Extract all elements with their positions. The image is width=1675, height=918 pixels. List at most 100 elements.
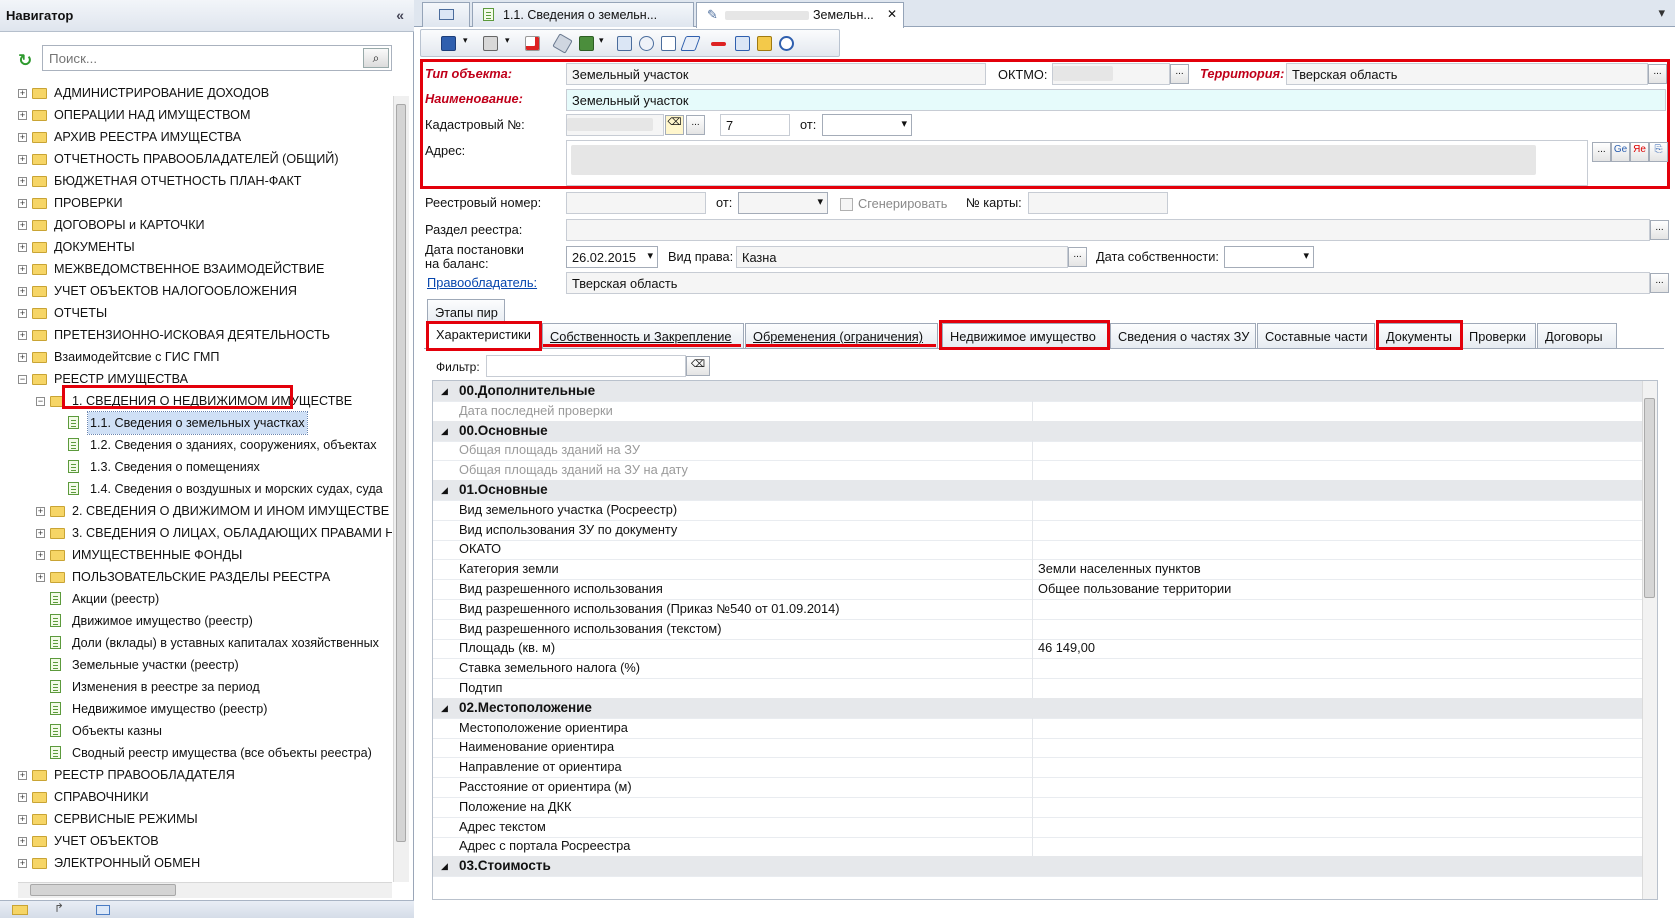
find-icon[interactable]: [779, 36, 794, 51]
tree-item[interactable]: Сводный реестр имущества (все объекты ре…: [0, 742, 392, 764]
tab-inspections[interactable]: Проверки: [1461, 323, 1536, 348]
grid-row[interactable]: Вид разрешенного использования Общее поль…: [433, 579, 1643, 600]
expand-icon[interactable]: +: [36, 507, 45, 516]
grid-row[interactable]: Дата последней проверки: [433, 400, 1643, 422]
collapse-icon[interactable]: −: [36, 397, 45, 406]
copy-address-icon[interactable]: ⎘: [1649, 142, 1668, 162]
tab-documents[interactable]: Документы: [1378, 323, 1461, 348]
grid-row[interactable]: Вид разрешенного использования (текстом): [433, 618, 1643, 640]
grid-row[interactable]: Категория земли Земли населенных пунктов: [433, 559, 1643, 581]
expand-icon[interactable]: +: [18, 221, 27, 230]
tree-item[interactable]: + УЧЕТ ОБЪЕКТОВ НАЛОГООБЛОЖЕНИЯ: [0, 280, 392, 302]
tree-item[interactable]: + ОТЧЕТЫ: [0, 302, 392, 324]
registry-section-field[interactable]: [566, 219, 1650, 241]
grid-cell-value[interactable]: [1034, 797, 1643, 818]
folder-icon[interactable]: [12, 905, 28, 915]
save-icon[interactable]: [441, 36, 456, 51]
grid-cell-value[interactable]: [1034, 817, 1643, 838]
expand-icon[interactable]: +: [18, 353, 27, 362]
window-menu-icon[interactable]: ▾: [1658, 5, 1665, 21]
tree-item[interactable]: + ДОКУМЕНТЫ: [0, 236, 392, 258]
expand-icon[interactable]: +: [36, 529, 45, 538]
tree-item[interactable]: + УЧЕТ ОБЪЕКТОВ: [0, 830, 392, 852]
cadastral-field[interactable]: [566, 114, 664, 136]
tree-item[interactable]: +2. СВЕДЕНИЯ О ДВИЖИМОМ И ИНОМ ИМУЩЕСТВЕ: [0, 500, 392, 522]
tree-icon[interactable]: [617, 36, 632, 51]
grid-row[interactable]: Подтип: [433, 678, 1643, 699]
search-icon[interactable]: ⌕: [363, 48, 389, 68]
copy-icon[interactable]: [661, 36, 676, 51]
registry-number-field[interactable]: [566, 192, 706, 214]
expand-icon[interactable]: +: [18, 133, 27, 142]
grid-group-row[interactable]: ◢ 01.Основные: [433, 480, 1643, 501]
expand-icon[interactable]: +: [18, 89, 27, 98]
grid-cell-value[interactable]: [1034, 658, 1643, 679]
grid-row[interactable]: Вид использования ЗУ по документу: [433, 519, 1643, 541]
expand-icon[interactable]: +: [18, 177, 27, 186]
arrow-icon[interactable]: ↱: [54, 901, 64, 915]
grid-group-row[interactable]: ◢ 00.Основные: [433, 420, 1643, 442]
tree-item[interactable]: 1.2. Сведения о зданиях, сооружениях, об…: [0, 434, 392, 456]
grid-cell-value[interactable]: [1034, 401, 1643, 422]
expand-icon[interactable]: +: [18, 837, 27, 846]
tree-item[interactable]: − РЕЕСТР ИМУЩЕСТВА: [0, 368, 392, 390]
tab-land-plot-card[interactable]: ✎ Земельн... ✕: [696, 2, 904, 28]
grid-cell-value[interactable]: [1034, 678, 1643, 699]
registry-section-select-button[interactable]: ...: [1650, 220, 1669, 240]
tree-item[interactable]: + ПРОВЕРКИ: [0, 192, 392, 214]
tree-item[interactable]: + БЮДЖЕТНАЯ ОТЧЕТНОСТЬ ПЛАН-ФАКТ: [0, 170, 392, 192]
print-dropdown-icon[interactable]: ▾: [505, 35, 510, 46]
expand-icon[interactable]: +: [36, 573, 45, 582]
tree-hscroll-thumb[interactable]: [30, 884, 176, 896]
grid-cell-value[interactable]: [1034, 619, 1643, 640]
tree-item[interactable]: + ПОЛЬЗОВАТЕЛЬСКИЕ РАЗДЕЛЫ РЕЕСТРА: [0, 566, 392, 588]
grid-cell-value[interactable]: [1034, 599, 1643, 620]
cadastral-select-button[interactable]: ...: [686, 115, 705, 135]
remove-icon[interactable]: [711, 42, 726, 46]
tab-characteristics[interactable]: Характеристики: [428, 321, 540, 348]
expand-icon[interactable]: +: [18, 859, 27, 868]
grid-cell-value[interactable]: 46 149,00: [1034, 638, 1643, 659]
map-number-field[interactable]: [1028, 192, 1168, 214]
collapse-group-icon[interactable]: ◢: [441, 698, 448, 718]
collapse-icon[interactable]: «: [396, 7, 404, 23]
tree-item[interactable]: 1.3. Сведения о помещениях: [0, 456, 392, 478]
grid-cell-value[interactable]: [1034, 520, 1643, 541]
export-dropdown-icon[interactable]: ▾: [599, 35, 604, 46]
history-icon[interactable]: [639, 36, 654, 51]
tree-item[interactable]: + АРХИВ РЕЕСТРА ИМУЩЕСТВА: [0, 126, 392, 148]
expand-icon[interactable]: +: [36, 551, 45, 560]
grid-cell-value[interactable]: [1034, 737, 1643, 758]
right-holder-link[interactable]: Правообладатель:: [427, 275, 537, 290]
grid-row[interactable]: Общая площадь зданий на ЗУ на дату: [433, 460, 1643, 482]
refresh-icon[interactable]: ↻: [18, 51, 32, 71]
grid-cell-value[interactable]: [1034, 757, 1643, 778]
eraser-icon[interactable]: ⌫: [665, 115, 684, 135]
tree-item[interactable]: Акции (реестр): [0, 588, 392, 610]
expand-icon[interactable]: +: [18, 287, 27, 296]
registry-date-dropdown[interactable]: [738, 192, 828, 214]
tab-real-estate[interactable]: Недвижимое имущество: [942, 323, 1108, 348]
expand-icon[interactable]: +: [18, 265, 27, 274]
grid-row[interactable]: Местоположение ориентира: [433, 717, 1643, 739]
tree-item[interactable]: Недвижимое имущество (реестр): [0, 698, 392, 720]
collapse-group-icon[interactable]: ◢: [441, 480, 448, 500]
collapse-group-icon[interactable]: ◢: [441, 856, 448, 876]
right-kind-field[interactable]: Казна: [736, 246, 1068, 268]
grid-scroll-thumb[interactable]: [1644, 398, 1655, 598]
tree-item[interactable]: + СПРАВОЧНИКИ: [0, 786, 392, 808]
name-field[interactable]: Земельный участок: [566, 89, 1666, 111]
grid-row[interactable]: Расстояние от ориентира (м): [433, 777, 1643, 798]
tree-item[interactable]: 1.4. Сведения о воздушных и морских суда…: [0, 478, 392, 500]
grid-cell-value[interactable]: [1034, 460, 1643, 481]
tab-plot-parts[interactable]: Сведения о частях ЗУ: [1110, 323, 1256, 348]
card-icon[interactable]: [735, 36, 750, 51]
grid-group-row[interactable]: ◢ 00.Дополнительные: [433, 381, 1643, 402]
tree-item[interactable]: + Взаимодейтсвие с ГИС ГМП: [0, 346, 392, 368]
export-icon[interactable]: [579, 36, 594, 51]
tree-item[interactable]: Доли (вклады) в уставных капиталах хозяй…: [0, 632, 392, 654]
filter-input[interactable]: [486, 355, 686, 377]
grid-row[interactable]: Наименование ориентира: [433, 737, 1643, 759]
collapse-icon[interactable]: −: [18, 375, 27, 384]
expand-icon[interactable]: +: [18, 309, 27, 318]
